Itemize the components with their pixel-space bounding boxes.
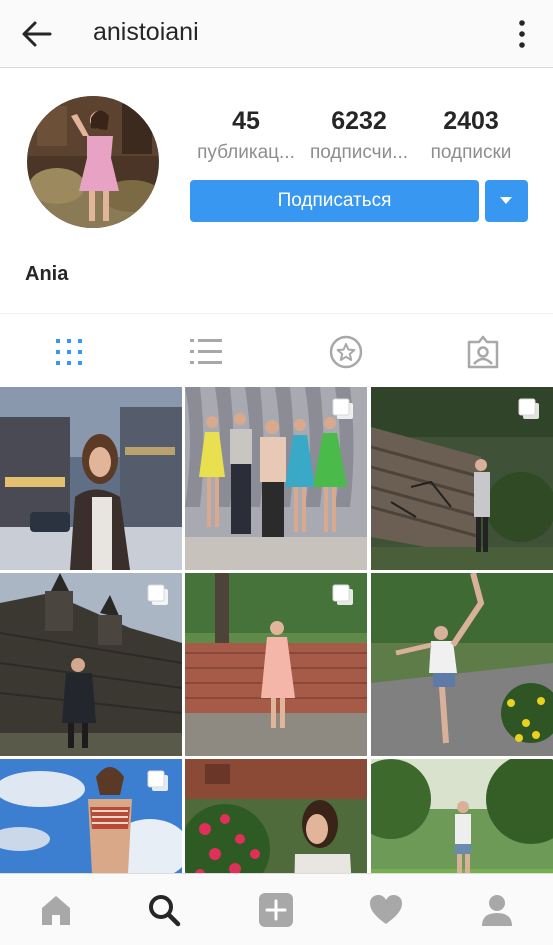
- home-icon[interactable]: [38, 892, 74, 928]
- post-thumbnail[interactable]: [0, 759, 182, 873]
- multiple-photos-icon: [147, 770, 168, 791]
- multiple-photos-icon: [147, 584, 168, 605]
- top-bar: anistoiani: [0, 0, 553, 68]
- stat-following[interactable]: 2403 подписки: [412, 106, 530, 166]
- list-icon[interactable]: [186, 332, 226, 372]
- post-thumbnail[interactable]: [185, 387, 367, 570]
- post-thumbnail[interactable]: [0, 573, 182, 756]
- post-thumbnail[interactable]: [371, 387, 553, 570]
- stat-posts-value: 45: [232, 107, 260, 135]
- stat-followers-value: 6232: [331, 107, 387, 135]
- follow-button[interactable]: Подписаться: [190, 180, 479, 222]
- tagged-person-icon[interactable]: [463, 332, 503, 372]
- star-circle-icon[interactable]: [326, 332, 366, 372]
- stat-followers-label: подписчи...: [309, 142, 409, 163]
- search-icon[interactable]: [146, 892, 182, 928]
- stat-followers[interactable]: 6232 подписчи...: [300, 106, 418, 166]
- post-thumbnail[interactable]: [0, 387, 182, 570]
- post-thumbnail[interactable]: [185, 759, 367, 873]
- stat-following-value: 2403: [443, 107, 499, 135]
- chevron-down-icon: [500, 197, 512, 204]
- stat-posts[interactable]: 45 публикац...: [187, 106, 305, 166]
- stat-following-label: подписки: [430, 142, 512, 163]
- multiple-photos-icon: [332, 398, 353, 419]
- grid-icon[interactable]: [49, 332, 89, 372]
- multiple-photos-icon: [332, 584, 353, 605]
- profile-tab-bar: [0, 313, 553, 387]
- heart-icon[interactable]: [368, 892, 404, 928]
- posts-grid: [0, 387, 553, 873]
- bottom-navigation: [0, 873, 553, 945]
- add-icon[interactable]: [258, 892, 294, 928]
- post-thumbnail[interactable]: [371, 573, 553, 756]
- more-vertical-icon[interactable]: [512, 16, 532, 52]
- post-thumbnail[interactable]: [185, 573, 367, 756]
- suggestions-dropdown-button[interactable]: [485, 180, 528, 222]
- multiple-photos-icon: [518, 398, 539, 419]
- post-thumbnail[interactable]: [371, 759, 553, 873]
- stat-posts-label: публикац...: [197, 142, 295, 163]
- profile-icon[interactable]: [479, 892, 515, 928]
- profile-full-name: Ania: [25, 263, 69, 285]
- arrow-left-icon[interactable]: [20, 17, 54, 51]
- profile-username: anistoiani: [93, 18, 199, 46]
- profile-avatar[interactable]: [27, 96, 159, 228]
